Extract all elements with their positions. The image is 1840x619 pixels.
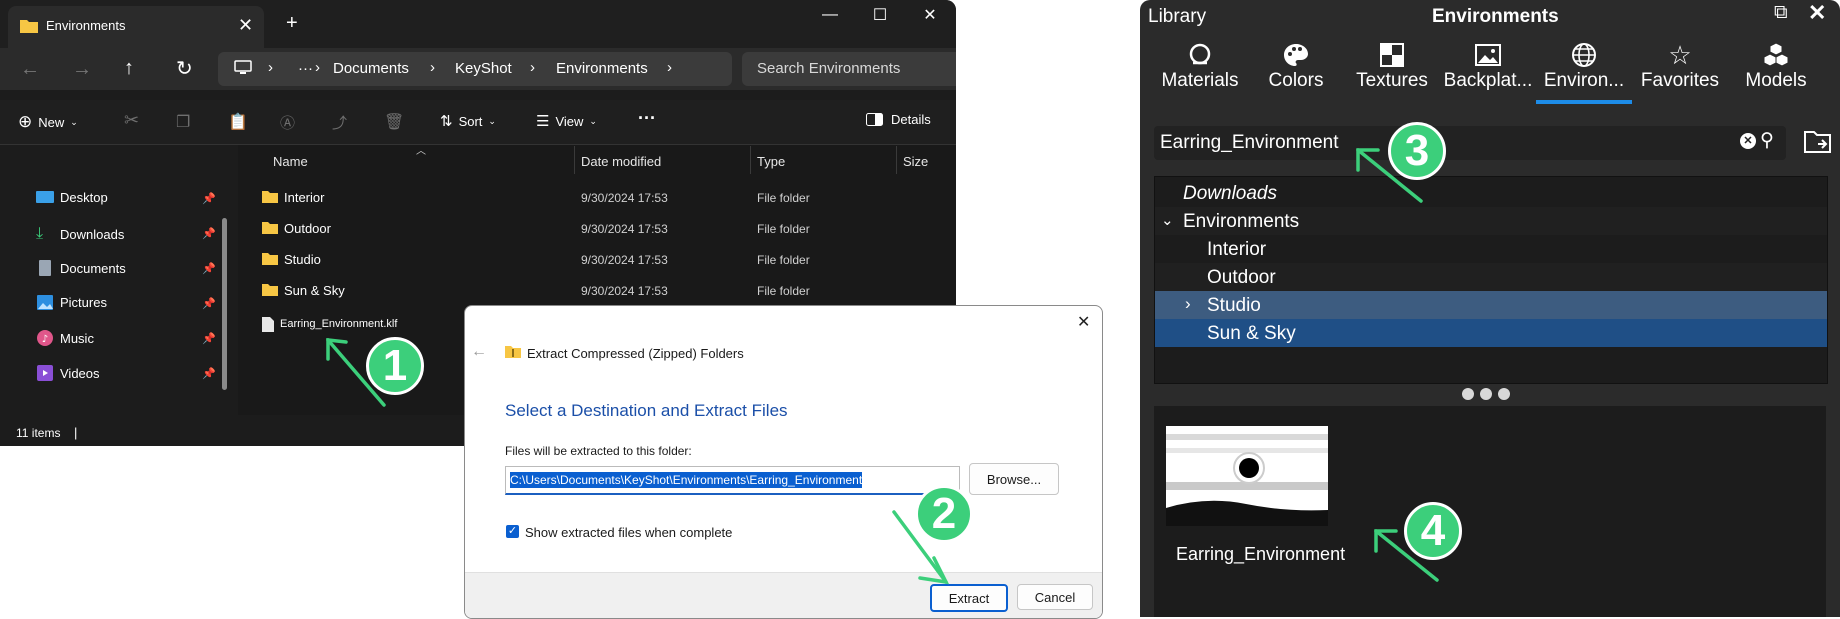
step-badge-3: 3 xyxy=(1388,122,1446,180)
step-badge-4: 4 xyxy=(1404,502,1462,560)
step-badge-2: 2 xyxy=(915,485,973,543)
step-badge-1: 1 xyxy=(366,337,424,395)
